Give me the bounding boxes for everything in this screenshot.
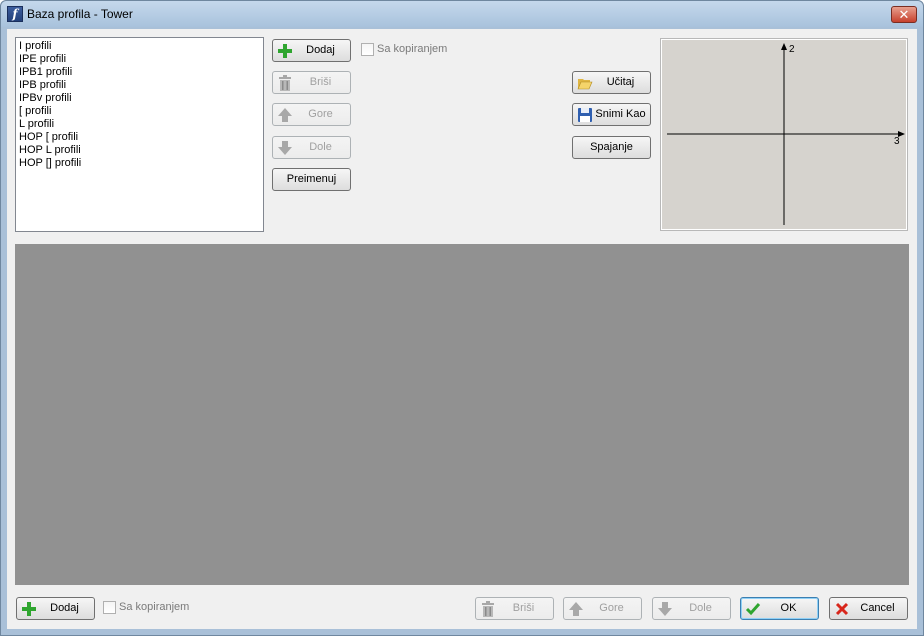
bottom-down-button[interactable]: Dole <box>652 597 731 620</box>
merge-label: Spajanje <box>590 141 633 153</box>
copy-checkbox-label: Sa kopiranjem <box>377 43 448 55</box>
list-item[interactable]: IPB1 profili <box>19 66 260 79</box>
horizontal-axis-label: 3 <box>894 136 900 147</box>
bottom-copy-checkbox-label: Sa kopiranjem <box>119 601 190 613</box>
bottom-up-button[interactable]: Gore <box>563 597 642 620</box>
bottom-copy-checkbox[interactable]: Sa kopiranjem <box>103 600 193 616</box>
rename-button[interactable]: Preimenuj <box>272 168 351 191</box>
axes-diagram <box>667 43 905 225</box>
copy-checkbox[interactable]: Sa kopiranjem <box>361 42 451 58</box>
move-down-button[interactable]: Dole <box>272 136 351 159</box>
bottom-down-label: Dole <box>689 602 712 614</box>
load-label: Učitaj <box>606 76 635 88</box>
window-title: Baza profila - Tower <box>27 7 133 21</box>
cancel-button[interactable]: Cancel <box>829 597 908 620</box>
profile-list[interactable]: I profili IPE profili IPB1 profili IPB p… <box>15 37 264 232</box>
load-button[interactable]: Učitaj <box>572 71 651 94</box>
add-profile-button[interactable]: Dodaj <box>272 39 351 62</box>
dialog-client-area: I profili IPE profili IPB1 profili IPB p… <box>7 29 917 629</box>
delete-profile-button[interactable]: Briši <box>272 71 351 94</box>
vertical-axis-label: 2 <box>789 44 795 55</box>
dialog-window: f Baza profila - Tower ✕ I profili IPE p… <box>0 0 924 636</box>
move-up-label: Gore <box>308 108 333 120</box>
bottom-delete-button[interactable]: Briši <box>475 597 554 620</box>
list-item[interactable]: [ profili <box>19 105 260 118</box>
move-up-button[interactable]: Gore <box>272 103 351 126</box>
list-item[interactable]: I profili <box>19 40 260 53</box>
bottom-add-button[interactable]: Dodaj <box>16 597 95 620</box>
save-as-button[interactable]: Snimi Kao <box>572 103 651 126</box>
bottom-copy-checkbox-box[interactable] <box>103 601 116 614</box>
list-item[interactable]: HOP [] profili <box>19 157 260 170</box>
app-icon[interactable]: f <box>7 6 23 22</box>
profile-preview: 2 3 <box>660 38 908 231</box>
list-item[interactable]: IPB profili <box>19 79 260 92</box>
list-item[interactable]: L profili <box>19 118 260 131</box>
merge-button[interactable]: Spajanje <box>572 136 651 159</box>
list-item[interactable]: HOP L profili <box>19 144 260 157</box>
close-button[interactable]: ✕ <box>891 6 917 23</box>
ok-button[interactable]: OK <box>740 597 819 620</box>
profile-data-grid[interactable] <box>15 244 909 585</box>
ok-label: OK <box>780 602 797 614</box>
list-item[interactable]: IPBv profili <box>19 92 260 105</box>
move-down-label: Dole <box>309 141 332 153</box>
rename-label: Preimenuj <box>286 173 337 185</box>
copy-checkbox-box[interactable] <box>361 43 374 56</box>
delete-profile-label: Briši <box>309 76 332 88</box>
cancel-label: Cancel <box>860 602 895 614</box>
bottom-up-label: Gore <box>599 602 624 614</box>
bottom-delete-label: Briši <box>512 602 535 614</box>
add-profile-label: Dodaj <box>306 44 335 56</box>
list-item[interactable]: IPE profili <box>19 53 260 66</box>
save-as-label: Snimi Kao <box>595 108 646 120</box>
list-item[interactable]: HOP [ profili <box>19 131 260 144</box>
title-bar[interactable]: f Baza profila - Tower ✕ <box>1 1 923 27</box>
bottom-add-label: Dodaj <box>50 602 79 614</box>
